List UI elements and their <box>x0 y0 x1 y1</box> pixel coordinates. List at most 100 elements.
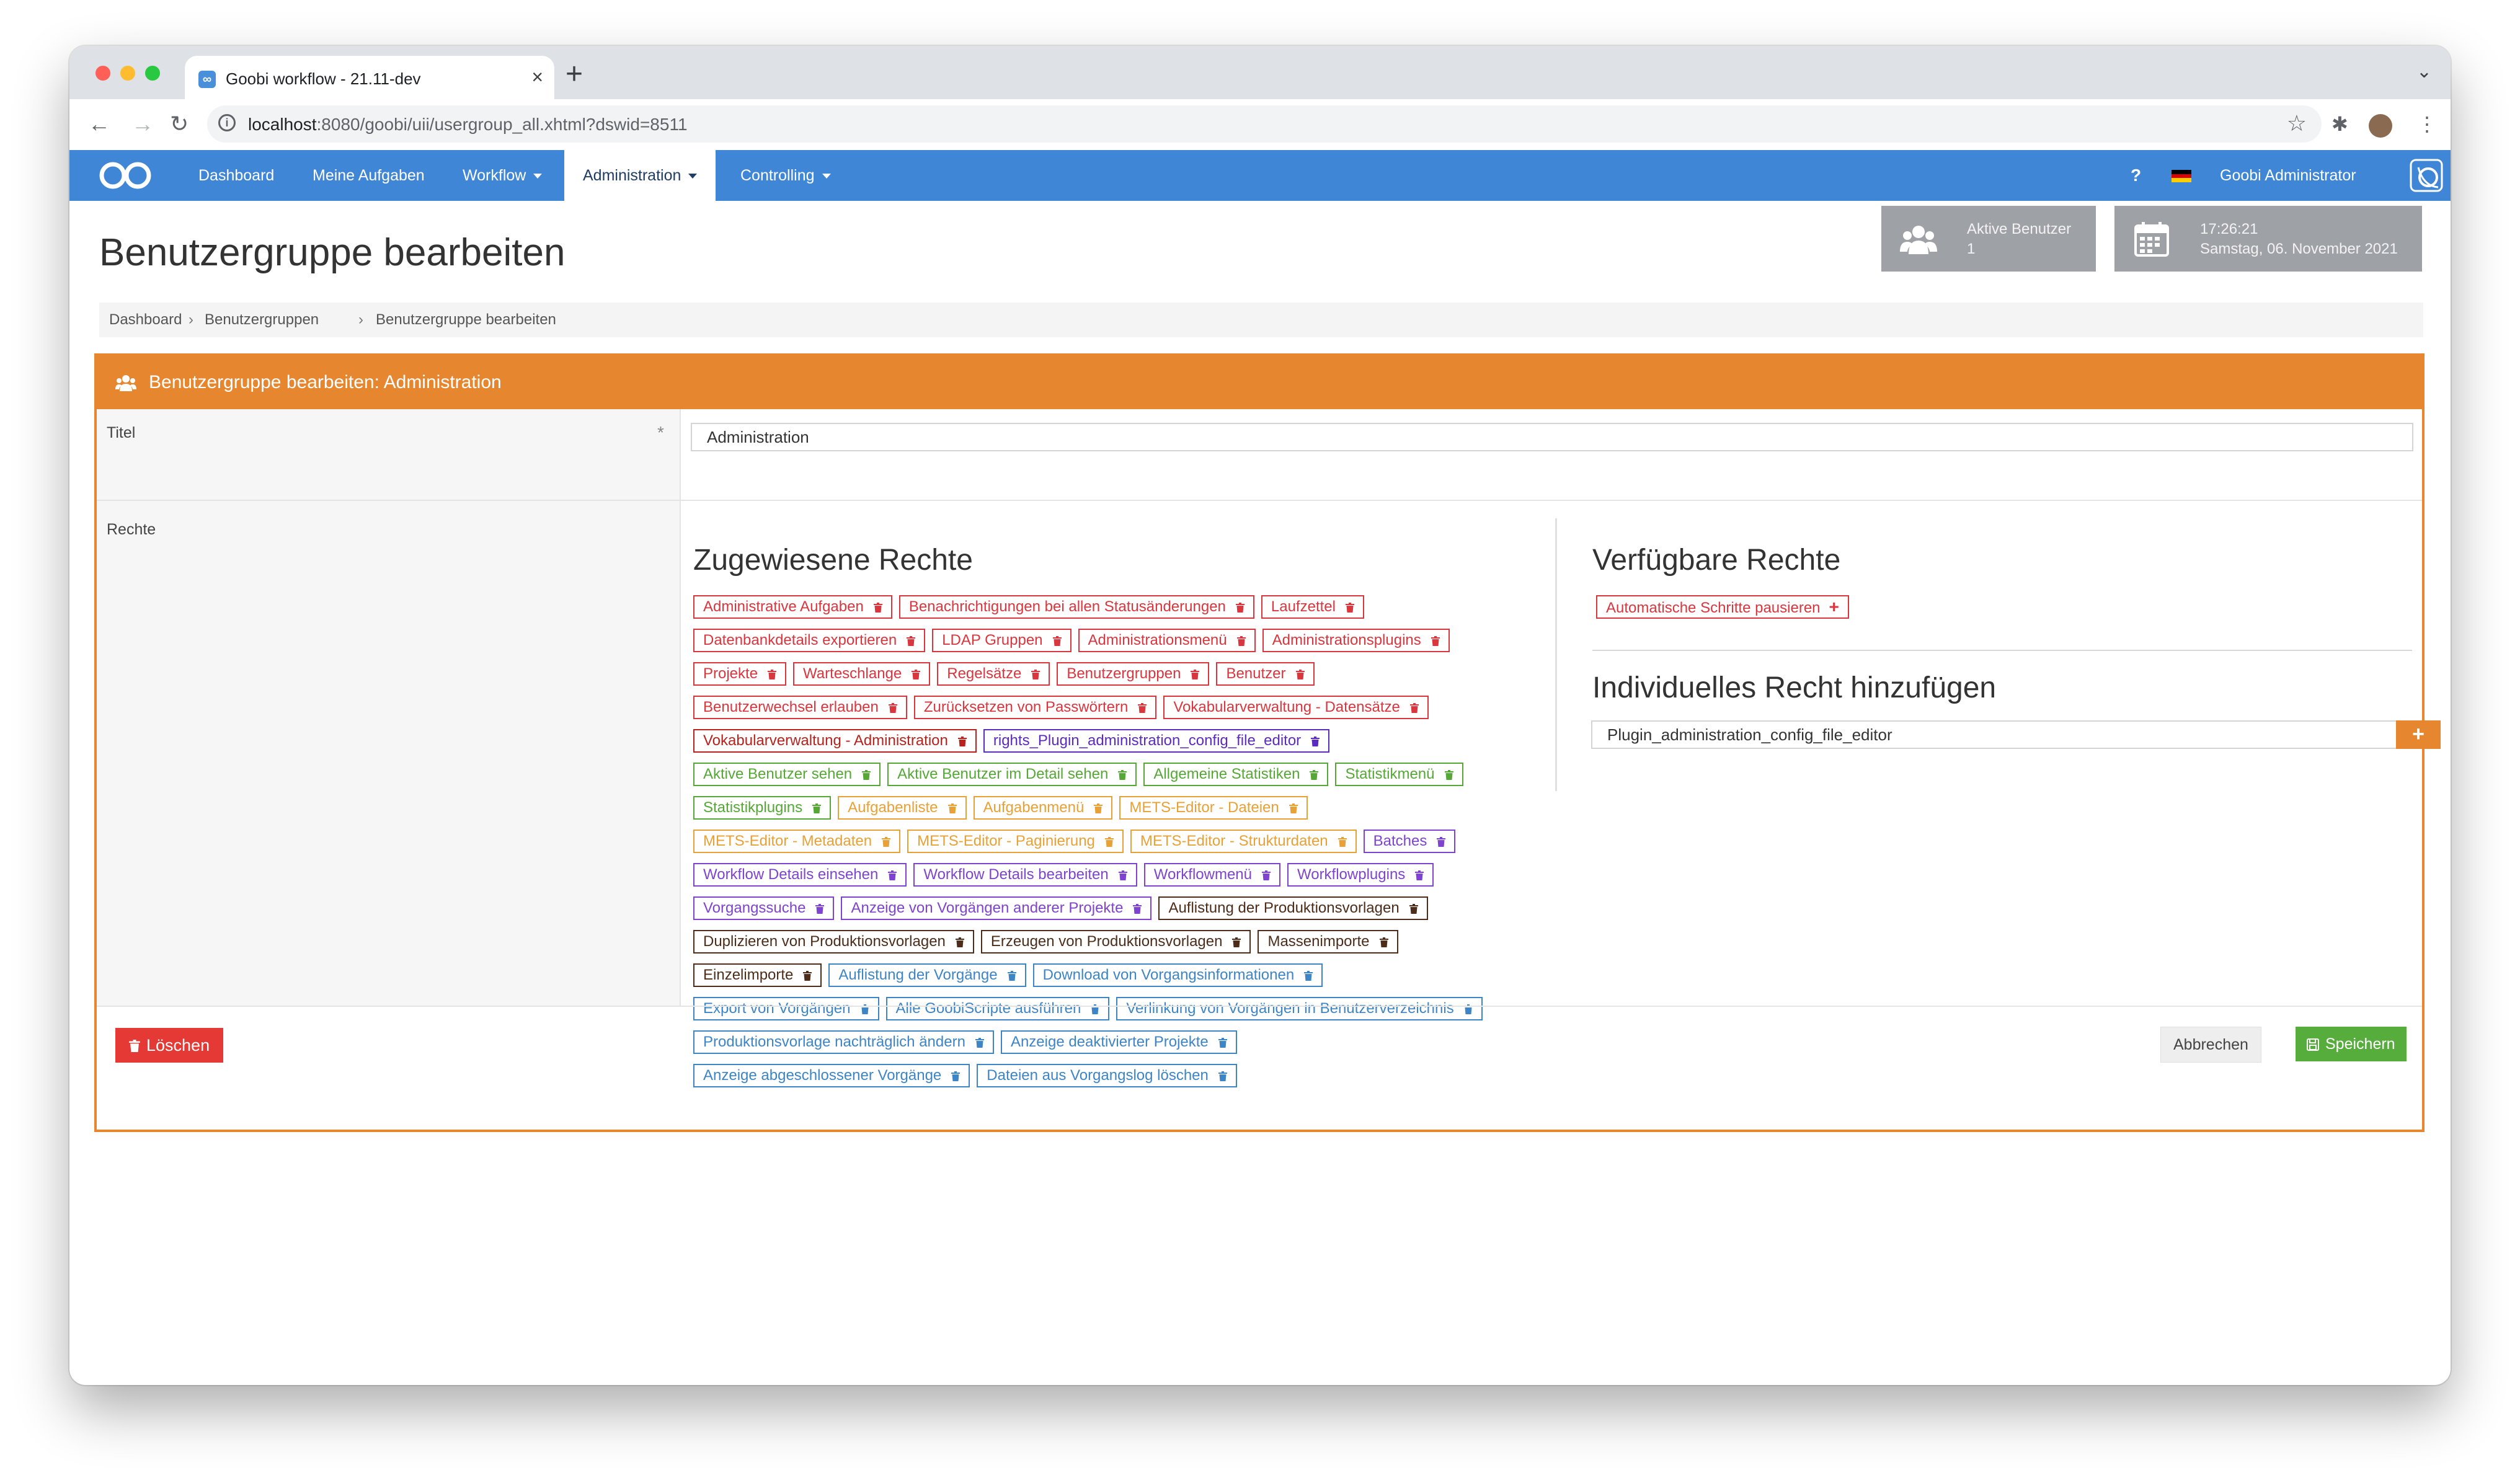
trash-icon[interactable] <box>815 904 825 914</box>
trash-icon[interactable] <box>1052 636 1062 646</box>
assigned-right-chip[interactable]: METS-Editor - Metadaten <box>693 830 901 853</box>
trash-icon[interactable] <box>1138 703 1147 713</box>
assigned-right-chip[interactable]: Duplizieren von Produktionsvorlagen <box>693 930 974 954</box>
trash-icon[interactable] <box>1232 937 1241 947</box>
assigned-right-chip[interactable]: Administrative Aufgaben <box>693 595 892 619</box>
assigned-right-chip[interactable]: rights_Plugin_administration_config_file… <box>983 729 1330 753</box>
trash-icon[interactable] <box>1415 870 1424 880</box>
close-window-button[interactable] <box>95 66 110 81</box>
assigned-right-chip[interactable]: Warteschlange <box>793 662 931 686</box>
trash-icon[interactable] <box>1304 971 1313 981</box>
address-bar[interactable]: i localhost:8080/goobi/uii/usergroup_all… <box>207 105 2322 143</box>
add-individual-right-button[interactable]: + <box>2396 720 2441 749</box>
assigned-right-chip[interactable]: Workflowmenü <box>1143 863 1280 887</box>
reload-icon[interactable]: ↻ <box>170 110 189 138</box>
trash-icon[interactable] <box>1295 670 1305 679</box>
trash-icon[interactable] <box>803 971 812 981</box>
assigned-right-chip[interactable]: Einzelimporte <box>693 963 822 987</box>
trash-icon[interactable] <box>1409 904 1418 914</box>
assigned-right-chip[interactable]: Vokabularverwaltung - Administration <box>693 729 977 753</box>
assigned-right-chip[interactable]: Benutzer <box>1216 662 1315 686</box>
back-arrow-icon[interactable]: ← <box>88 110 110 138</box>
trash-icon[interactable] <box>907 636 916 646</box>
trash-icon[interactable] <box>1031 670 1040 679</box>
trash-icon[interactable] <box>1133 904 1142 914</box>
user-menu[interactable]: Goobi Administrator <box>2220 150 2356 201</box>
trash-icon[interactable] <box>951 1071 961 1081</box>
assigned-right-chip[interactable]: Aktive Benutzer sehen <box>693 763 881 786</box>
nav-dashboard[interactable]: Dashboard <box>198 150 274 201</box>
available-right-chip[interactable]: Automatische Schritte pausieren + <box>1596 595 1849 619</box>
assigned-right-chip[interactable]: Download von Vorgangsinformationen <box>1032 963 1323 987</box>
assigned-right-chip[interactable]: Anzeige abgeschlossener Vorgänge <box>693 1064 970 1087</box>
assigned-right-chip[interactable]: Statistikplugins <box>693 796 832 820</box>
assigned-right-chip[interactable]: Administrationsmenü <box>1078 629 1256 652</box>
trash-icon[interactable] <box>947 803 957 813</box>
trash-icon[interactable] <box>1262 870 1271 880</box>
assigned-right-chip[interactable]: Vokabularverwaltung - Datensätze <box>1163 696 1429 719</box>
assigned-right-chip[interactable]: Benutzergruppen <box>1057 662 1210 686</box>
delete-button[interactable]: Löschen <box>115 1028 224 1063</box>
assigned-right-chip[interactable]: METS-Editor - Paginierung <box>907 830 1124 853</box>
goobi-logo-icon[interactable] <box>97 160 154 191</box>
assigned-right-chip[interactable]: Workflow Details bearbeiten <box>913 863 1137 887</box>
assigned-right-chip[interactable]: Massenimporte <box>1258 930 1398 954</box>
breadcrumb-benutzergruppen[interactable]: Benutzergruppen <box>205 303 319 337</box>
breadcrumb-dashboard[interactable]: Dashboard <box>109 303 182 337</box>
maximize-window-button[interactable] <box>145 66 160 81</box>
trash-icon[interactable] <box>1191 670 1200 679</box>
assigned-right-chip[interactable]: Regelsätze <box>937 662 1050 686</box>
assigned-right-chip[interactable]: Batches <box>1363 830 1456 853</box>
new-tab-icon[interactable]: + <box>566 57 583 92</box>
trash-icon[interactable] <box>1007 971 1016 981</box>
trash-icon[interactable] <box>1409 703 1419 713</box>
titel-input[interactable]: Administration <box>691 423 2413 451</box>
assigned-right-chip[interactable]: Administrationsplugins <box>1262 629 1450 652</box>
trash-icon[interactable] <box>1338 837 1347 847</box>
trash-icon[interactable] <box>873 603 882 613</box>
trash-icon[interactable] <box>1311 737 1320 746</box>
assigned-right-chip[interactable]: Datenbankdetails exportieren <box>693 629 926 652</box>
assigned-right-chip[interactable]: Dateien aus Vorgangslog löschen <box>977 1064 1237 1087</box>
nav-workflow[interactable]: Workflow <box>463 150 543 201</box>
extensions-puzzle-icon[interactable]: ✱ <box>2331 110 2348 138</box>
active-users-tile[interactable]: Aktive Benutzer 1 <box>1881 206 2096 272</box>
assigned-right-chip[interactable]: Projekte <box>693 662 787 686</box>
trash-icon[interactable] <box>1218 1071 1227 1081</box>
assigned-right-chip[interactable]: METS-Editor - Strukturdaten <box>1130 830 1357 853</box>
trash-icon[interactable] <box>1345 603 1354 613</box>
trash-icon[interactable] <box>768 670 777 679</box>
assigned-right-chip[interactable]: Anzeige von Vorgängen anderer Projekte <box>841 896 1152 920</box>
assigned-right-chip[interactable]: Allgemeine Statistiken <box>1143 763 1329 786</box>
nav-controlling[interactable]: Controlling <box>740 150 831 201</box>
trash-icon[interactable] <box>888 703 897 713</box>
trash-icon[interactable] <box>1444 770 1453 780</box>
minimize-window-button[interactable] <box>120 66 135 81</box>
assigned-right-chip[interactable]: Statistikmenü <box>1335 763 1463 786</box>
trash-icon[interactable] <box>812 803 822 813</box>
help-icon[interactable]: ? <box>2131 150 2141 201</box>
assigned-right-chip[interactable]: Workflowplugins <box>1287 863 1434 887</box>
trash-icon[interactable] <box>1104 837 1114 847</box>
trash-icon[interactable] <box>1236 636 1246 646</box>
trash-icon[interactable] <box>888 870 897 880</box>
assigned-right-chip[interactable]: Auflistung der Produktionsvorlagen <box>1158 896 1428 920</box>
trash-icon[interactable] <box>955 937 964 947</box>
trash-icon[interactable] <box>1235 603 1244 613</box>
assigned-right-chip[interactable]: Benutzerwechsel erlauben <box>693 696 907 719</box>
assigned-right-chip[interactable]: Laufzettel <box>1261 595 1364 619</box>
browser-tab[interactable]: ∞ Goobi workflow - 21.11-dev × <box>185 56 554 99</box>
trash-icon[interactable] <box>1431 636 1440 646</box>
assigned-right-chip[interactable]: Produktionsvorlage nachträglich ändern <box>693 1030 994 1054</box>
browser-menu-icon[interactable]: ⋮ <box>2417 110 2437 138</box>
assigned-right-chip[interactable]: Auflistung der Vorgänge <box>828 963 1026 987</box>
trash-icon[interactable] <box>957 737 967 746</box>
trash-icon[interactable] <box>1310 770 1319 780</box>
trash-icon[interactable] <box>1437 837 1446 847</box>
trash-icon[interactable] <box>1218 1038 1227 1048</box>
user-avatar-icon[interactable] <box>2410 159 2443 192</box>
assigned-right-chip[interactable]: Alle GoobiScripte ausführen <box>885 997 1110 1020</box>
assigned-right-chip[interactable]: Anzeige deaktivierter Projekte <box>1000 1030 1237 1054</box>
cancel-button[interactable]: Abbrechen <box>2160 1027 2261 1063</box>
profile-avatar[interactable] <box>2369 114 2392 138</box>
